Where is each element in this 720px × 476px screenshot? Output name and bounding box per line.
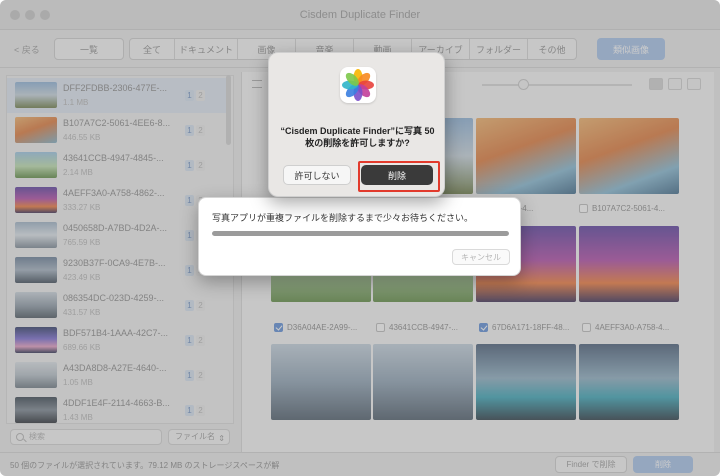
progress-bar [212, 231, 509, 236]
alert-title: “Cisdem Duplicate Finder”に写真 50 枚の削除を許可し… [280, 126, 435, 148]
app-window: Cisdem Duplicate Finder < 戻る 一覧 全て ドキュメン… [0, 0, 720, 476]
progress-fill [212, 231, 509, 236]
photos-app-icon [340, 67, 376, 103]
highlight-frame [358, 161, 440, 192]
progress-dialog: 写真アプリが重複ファイルを削除するまで少々お待ちください。 キャンセル [198, 197, 521, 276]
progress-message: 写真アプリが重複ファイルを削除するまで少々お待ちください。 [212, 213, 474, 223]
deny-button[interactable]: 許可しない [283, 165, 351, 185]
cancel-button[interactable]: キャンセル [452, 249, 510, 265]
